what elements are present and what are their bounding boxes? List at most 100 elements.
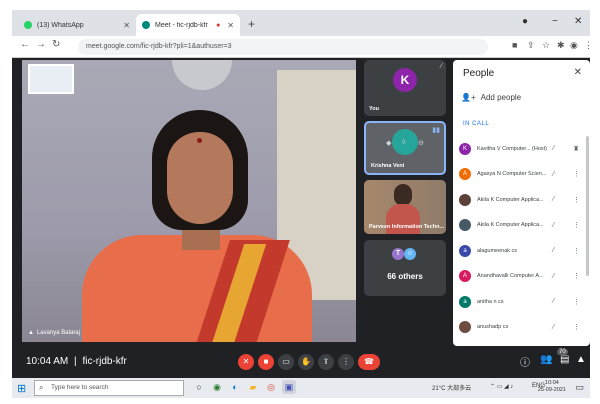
avatar	[459, 193, 471, 206]
more-options-icon[interactable]: ⋮	[573, 247, 580, 255]
bookmark-icon[interactable]: ☆	[542, 40, 550, 51]
avatar: A	[459, 270, 471, 283]
minimize-icon[interactable]: −	[552, 16, 558, 27]
avatar	[459, 321, 471, 334]
menu-icon[interactable]: ⋮	[584, 40, 593, 51]
taskbar-search[interactable]: ⌕ Type here to search	[34, 380, 184, 396]
mic-off-icon[interactable]: ⁄	[553, 247, 554, 254]
add-person-icon: 👤+	[461, 93, 476, 102]
url-text: meet.google.com/fic-rjdb-kfr?pli=1&authu…	[86, 43, 232, 50]
search-placeholder: Type here to search	[51, 384, 109, 391]
tile-krishna[interactable]: ◆ ◊ ⊖ ▮▮ Krishna Veni	[364, 121, 446, 175]
mic-off-icon[interactable]: ⁄	[553, 273, 554, 280]
participant-row[interactable]: a alagumeenak cs ⁄ ⋮	[457, 238, 587, 264]
present-button[interactable]: ⇪	[318, 354, 334, 370]
mic-off-button[interactable]: ✕	[238, 354, 254, 370]
more-options-icon[interactable]: ⋮	[573, 196, 580, 204]
file-explorer-icon[interactable]: ▰	[246, 380, 260, 394]
activities-icon[interactable]: ▲	[576, 354, 586, 365]
tab-meet[interactable]: Meet - fic-rjdb-kfr ● ✕	[136, 14, 240, 36]
extensions-icon[interactable]: ✱	[557, 40, 565, 51]
others-count: 66 others	[387, 272, 423, 281]
mic-off-icon[interactable]: ⁄	[553, 196, 554, 203]
participant-row[interactable]: anushadp cs ⁄ ⋮	[457, 315, 587, 341]
teams-icon[interactable]: ▣	[282, 380, 296, 394]
close-icon[interactable]: ✕	[123, 21, 130, 30]
participant-row[interactable]: A Anandhavalli Computer A... ⁄ ⋮	[457, 264, 587, 290]
mic-off-icon[interactable]: ⁄	[553, 324, 554, 331]
participant-name: Agasya N Computer Scien...	[477, 171, 547, 178]
notification-icon[interactable]: ▭	[575, 382, 584, 393]
edge-icon[interactable]: ◐	[228, 380, 242, 394]
raise-hand-button[interactable]: ✋	[298, 354, 314, 370]
chrome-icon[interactable]: ◎	[264, 380, 278, 394]
windows-start-icon[interactable]: ⊞	[17, 382, 26, 395]
info-icon[interactable]: ⓘ	[520, 354, 530, 369]
participant-name: Akila K Computer Applica...	[477, 222, 544, 229]
mic-icon[interactable]: ◊	[402, 139, 405, 146]
share-icon[interactable]: ⇪	[527, 40, 535, 51]
chat-icon[interactable]: ▤	[560, 354, 569, 365]
camera-off-button[interactable]: ■	[258, 354, 274, 370]
tile-label: Parveen Information Techn...	[369, 224, 445, 230]
tile-parveen[interactable]: Parveen Information Techn...	[364, 180, 446, 234]
tile-you[interactable]: K ⁄ You	[364, 60, 446, 116]
url-field[interactable]: meet.google.com/fic-rjdb-kfr?pli=1&authu…	[78, 39, 488, 55]
new-tab-button[interactable]: +	[248, 17, 255, 31]
profile-icon[interactable]: ●	[522, 16, 528, 27]
main-video[interactable]: ▲ Lavanya Balaraj	[22, 60, 356, 342]
separator: |	[74, 356, 77, 367]
avatar	[459, 219, 471, 232]
people-icon[interactable]: 👥	[540, 354, 552, 365]
participant-row[interactable]: A Agasya N Computer Scien... ⁄ ⋮	[457, 162, 587, 188]
clock-date: 25-09-2021	[537, 387, 566, 393]
more-options-icon[interactable]: ⋮	[573, 170, 580, 178]
more-options-icon[interactable]: ⋮	[573, 272, 580, 280]
more-options-button[interactable]: ⋮	[338, 354, 354, 370]
pin-icon[interactable]: ♜	[573, 145, 579, 153]
mic-off-icon[interactable]: ⁄	[553, 171, 554, 178]
video-person	[394, 184, 412, 206]
participant-name: Anandhavalli Computer A...	[477, 273, 544, 280]
search-icon: ⌕	[39, 383, 44, 392]
mic-off-icon[interactable]: ⁄	[553, 298, 554, 305]
pin-icon[interactable]: ◆	[386, 139, 391, 147]
remove-icon[interactable]: ⊖	[418, 139, 424, 147]
whatsapp-icon	[24, 21, 32, 29]
camera-icon[interactable]: ■	[512, 40, 517, 50]
clock[interactable]: 10:04 25-09-2021	[538, 380, 566, 394]
more-options-icon[interactable]: ⋮	[573, 298, 580, 306]
participant-row[interactable]: Akila K Computer Applica... ⁄ ⋮	[457, 213, 587, 239]
avatar: a	[459, 244, 471, 257]
add-people-button[interactable]: 👤+ Add people	[461, 93, 521, 102]
captions-button[interactable]: ▭	[278, 354, 294, 370]
add-people-label: Add people	[480, 93, 522, 102]
account-icon[interactable]: ◉	[570, 40, 578, 51]
participant-name: Kavitha V Computer... (Host)	[477, 145, 547, 152]
tab-title: Meet - fic-rjdb-kfr	[155, 21, 208, 29]
leave-call-button[interactable]: ☎	[358, 354, 380, 370]
taskbar-app-icon[interactable]: ◉	[210, 380, 224, 394]
participant-row[interactable]: K Kavitha V Computer... (Host) ⁄ ♜	[457, 136, 587, 162]
address-bar: ← → ↻ meet.google.com/fic-rjdb-kfr?pli=1…	[12, 36, 593, 58]
task-view-icon[interactable]: ○	[192, 380, 206, 394]
participant-row[interactable]: a anitha n cs ⁄ ⋮	[457, 289, 587, 315]
tray-icons[interactable]: ⌃ ▭ ◢ ♪	[490, 383, 513, 390]
weather[interactable]: 21°C 大部多云	[432, 383, 471, 392]
forward-icon[interactable]: →	[36, 39, 46, 50]
close-icon[interactable]: ✕	[574, 67, 582, 78]
participant-row[interactable]: Akila K Computer Applica... ⁄ ⋮	[457, 187, 587, 213]
mic-off-icon[interactable]: ⁄	[553, 145, 554, 152]
avatar: a	[459, 295, 471, 308]
close-icon[interactable]: ✕	[227, 21, 234, 30]
back-icon[interactable]: ←	[20, 39, 30, 50]
participant-name: anushadp cs	[477, 324, 509, 331]
more-options-icon[interactable]: ⋮	[573, 323, 580, 331]
more-options-icon[interactable]: ⋮	[573, 221, 580, 229]
close-window-icon[interactable]: ✕	[574, 16, 582, 27]
taskbar: ⊞ ⌕ Type here to search ○ ◉ ◐ ▰ ◎ ▣ 21°C…	[12, 378, 590, 398]
mic-off-icon[interactable]: ⁄	[553, 222, 554, 229]
tab-whatsapp[interactable]: (13) WhatsApp ✕	[18, 14, 136, 36]
reload-icon[interactable]: ↻	[52, 39, 60, 50]
tile-others[interactable]: T ☺ 66 others	[364, 240, 446, 296]
